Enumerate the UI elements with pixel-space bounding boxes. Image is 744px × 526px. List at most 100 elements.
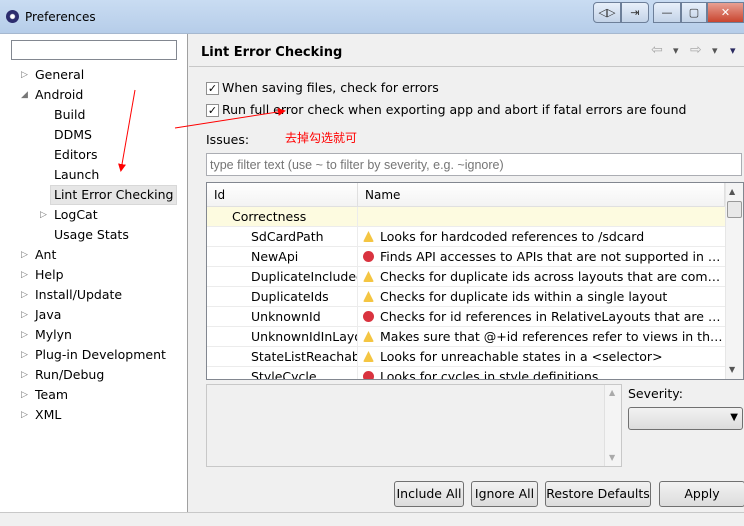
table-row[interactable]: SdCardPath Looks for hardcoded references… [207, 227, 725, 247]
error-icon [363, 251, 374, 262]
expand-toggle-icon[interactable]: ▷ [21, 265, 28, 285]
expand-toggle-icon[interactable]: ▷ [21, 325, 28, 345]
severity-label: Severity: [628, 386, 683, 401]
scrollbar-thumb[interactable] [727, 201, 742, 218]
table-row[interactable]: DuplicateIncludedIds Checks for duplicate… [207, 267, 725, 287]
warning-icon [363, 331, 374, 342]
issues-table: Id Name Correctness SdCardPath Looks for … [206, 182, 744, 380]
tree-item[interactable]: Android [35, 85, 83, 105]
table-row[interactable]: DuplicateIds Checks for duplicate ids wit… [207, 287, 725, 307]
issue-id: UnknownId [251, 309, 321, 324]
back-icon[interactable]: ⇦ [651, 42, 663, 58]
sidebar-filter-input[interactable] [11, 40, 177, 60]
view-menu-icon[interactable]: ▾ [730, 44, 736, 57]
issue-name: Checks for duplicate ids across layouts … [363, 267, 725, 287]
table-row[interactable]: UnknownIdInLayout Makes sure that @+id re… [207, 327, 725, 347]
tree-item[interactable]: Build [54, 105, 85, 125]
check-on-save-label: When saving files, check for errors [222, 80, 439, 95]
tree-item[interactable]: Plug-in Development [35, 345, 166, 365]
tree-item[interactable]: Install/Update [35, 285, 122, 305]
warning-icon [363, 351, 374, 362]
full-check-on-export-checkbox[interactable]: ✓ [206, 104, 219, 117]
severity-dropdown[interactable]: ▼ [628, 407, 743, 430]
issue-description: Checks for id references in RelativeLayo… [380, 309, 725, 324]
issue-id: StateListReachable [251, 349, 357, 364]
issue-filter-input[interactable] [206, 153, 742, 176]
warning-icon [363, 231, 374, 242]
warning-icon [363, 291, 374, 302]
category-label: Correctness [232, 209, 307, 224]
tree-item[interactable]: DDMS [54, 125, 92, 145]
column-header-id[interactable]: Id [207, 183, 358, 207]
tree-item[interactable]: Run/Debug [35, 365, 104, 385]
check-on-save-checkbox[interactable]: ✓ [206, 82, 219, 95]
restore-layout-button[interactable]: ◁▷ [593, 2, 621, 23]
expand-toggle-icon[interactable]: ▷ [21, 365, 28, 385]
issue-name: Checks for duplicate ids within a single… [363, 287, 725, 307]
expand-toggle-icon[interactable]: ▷ [21, 405, 28, 425]
tree-item[interactable]: LogCat [54, 205, 98, 225]
expand-toggle-icon[interactable]: ◢ [21, 85, 28, 105]
table-row[interactable]: UnknownId Checks for id references in Rel… [207, 307, 725, 327]
issue-id: DuplicateIncludedIds [251, 269, 357, 284]
expand-toggle-icon[interactable]: ▷ [21, 385, 28, 405]
issue-description: Looks for unreachable states in a <selec… [380, 349, 663, 364]
issue-name: Looks for cycles in style definitions [363, 367, 725, 380]
tree-item[interactable]: Launch [54, 165, 99, 185]
category-row[interactable]: Correctness [207, 207, 725, 227]
export-button[interactable]: ⇥ [621, 2, 649, 23]
expand-toggle-icon[interactable]: ▷ [21, 285, 28, 305]
issue-description: Looks for hardcoded references to /sdcar… [380, 229, 645, 244]
error-icon [363, 311, 374, 322]
main-pane: Lint Error Checking ⇦ ▾ ⇨ ▾ ▾ ✓ When sav… [189, 34, 744, 512]
tree-item[interactable]: Lint Error Checking [50, 185, 178, 205]
issue-description-box: ▲ ▼ [206, 384, 622, 467]
tree-item[interactable]: Java [35, 305, 61, 325]
expand-toggle-icon[interactable]: ▷ [21, 345, 28, 365]
expand-toggle-icon[interactable]: ▷ [21, 245, 28, 265]
expand-toggle-icon[interactable]: ▷ [21, 65, 28, 85]
forward-menu-icon[interactable]: ▾ [712, 44, 718, 57]
issue-id: StyleCycle [251, 369, 317, 380]
tree-item[interactable]: Usage Stats [54, 225, 129, 245]
table-row[interactable]: StateListReachable Looks for unreachable … [207, 347, 725, 367]
expand-toggle-icon[interactable]: ▷ [40, 205, 47, 225]
tree-item[interactable]: XML [35, 405, 61, 425]
tree-item[interactable]: Help [35, 265, 64, 285]
include-all-button[interactable]: Include All [394, 481, 464, 507]
table-scrollbar[interactable]: ▲ ▼ [725, 183, 743, 379]
tree-item[interactable]: Editors [54, 145, 98, 165]
description-scrollbar[interactable]: ▲ ▼ [604, 385, 621, 466]
table-row[interactable]: StyleCycle Looks for cycles in style defi… [207, 367, 725, 380]
issue-name: Checks for id references in RelativeLayo… [363, 307, 725, 327]
error-icon [363, 371, 374, 379]
divider [189, 66, 744, 67]
chevron-down-icon: ▼ [730, 412, 738, 423]
issue-description: Checks for duplicate ids within a single… [380, 289, 668, 304]
column-header-name[interactable]: Name [358, 183, 725, 207]
minimize-button[interactable]: — [653, 2, 681, 23]
issue-id: NewApi [251, 249, 299, 264]
maximize-button[interactable]: ▢ [681, 2, 707, 23]
issue-description: Finds API accesses to APIs that are not … [380, 249, 725, 264]
back-menu-icon[interactable]: ▾ [673, 44, 679, 57]
apply-button[interactable]: Apply [659, 481, 744, 507]
issue-name: Finds API accesses to APIs that are not … [363, 247, 725, 267]
close-button[interactable]: ✕ [707, 2, 744, 23]
forward-icon[interactable]: ⇨ [690, 42, 702, 58]
tree-item[interactable]: Ant [35, 245, 56, 265]
ignore-all-button[interactable]: Ignore All [471, 481, 538, 507]
warning-icon [363, 271, 374, 282]
expand-toggle-icon[interactable]: ▷ [21, 305, 28, 325]
window-title: Preferences [25, 10, 96, 24]
tree-item[interactable]: Mylyn [35, 325, 72, 345]
issue-name: Looks for unreachable states in a <selec… [363, 347, 725, 367]
table-row[interactable]: NewApi Finds API accesses to APIs that ar… [207, 247, 725, 267]
tree-item[interactable]: Team [35, 385, 68, 405]
preferences-sidebar: ▷ General ◢ Android Build DDMS Editors Launch Li… [0, 34, 188, 512]
issue-name: Looks for hardcoded references to /sdcar… [363, 227, 725, 247]
restore-defaults-button[interactable]: Restore Defaults [545, 481, 651, 507]
issue-description: Looks for cycles in style definitions [380, 369, 599, 380]
issue-id: DuplicateIds [251, 289, 329, 304]
tree-item[interactable]: General [35, 65, 84, 85]
